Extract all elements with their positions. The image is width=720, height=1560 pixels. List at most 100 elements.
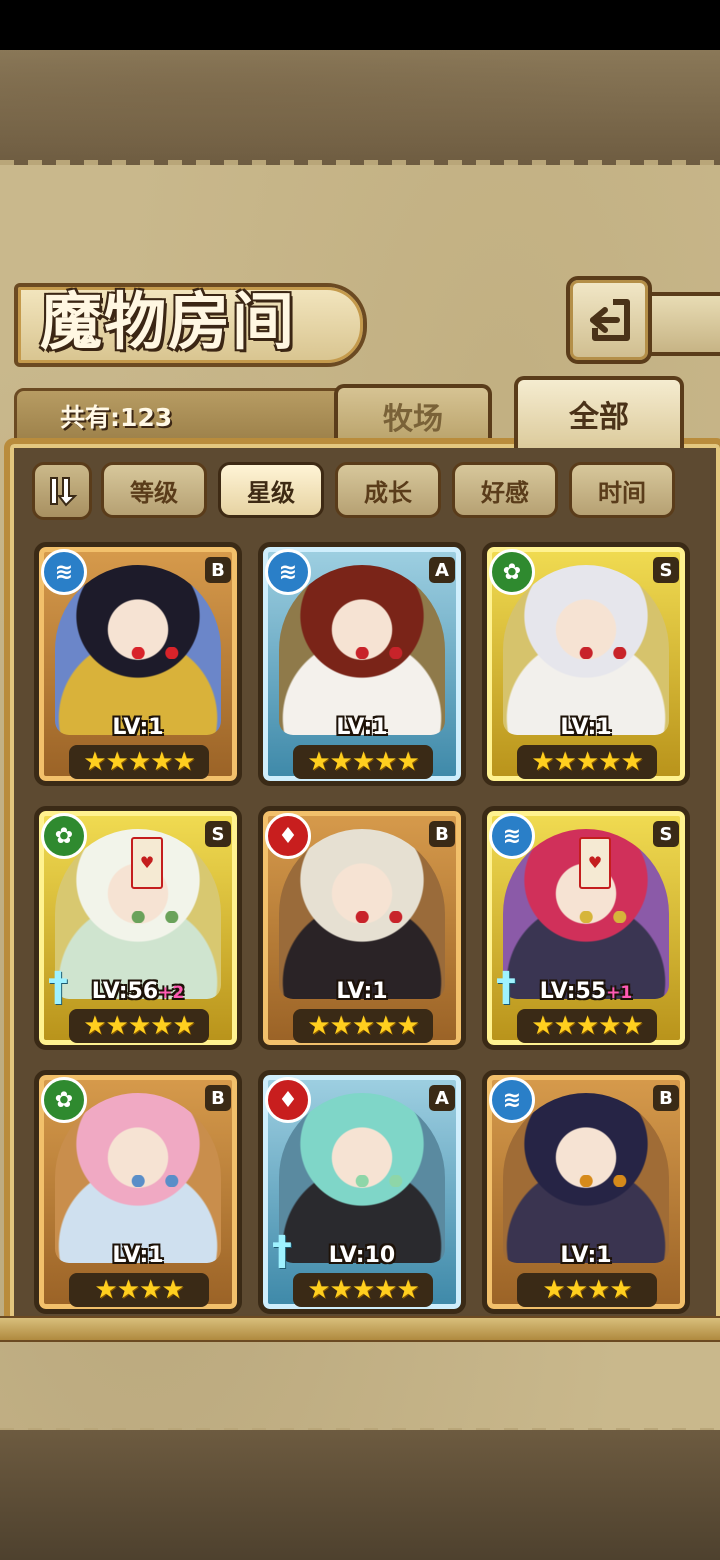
sort-level-button[interactable]: 等级	[101, 462, 207, 518]
grass-element-icon: ✿	[41, 1077, 87, 1123]
fire-element-icon: ♦	[265, 1077, 311, 1123]
star-rating: ★ ★ ★ ★ ★	[293, 1009, 433, 1043]
level-text: LV:10	[328, 1243, 396, 1268]
star-rating: ★ ★ ★ ★	[69, 1273, 209, 1307]
monster-count: 共有:123	[60, 403, 173, 432]
star-icon: ★	[329, 1011, 353, 1041]
level-text: LV:1	[336, 715, 388, 740]
star-icon: ★	[116, 1275, 140, 1305]
water-element-icon: ≋	[489, 1077, 535, 1123]
star-icon: ★	[374, 747, 397, 777]
monster-card[interactable]: ≋ B LV:1 ★ ★ ★ ★ ★	[34, 542, 242, 786]
monster-level: LV:1	[263, 715, 461, 740]
star-icon: ★	[374, 1275, 397, 1305]
level-text: LV:1	[112, 1243, 164, 1268]
star-icon: ★	[564, 1275, 588, 1305]
monster-card[interactable]: ♦ B LV:1 ★ ★ ★ ★ ★	[258, 806, 466, 1050]
rank-badge: B	[653, 1085, 679, 1111]
star-rating: ★ ★ ★ ★ ★	[517, 1009, 657, 1043]
star-icon: ★	[307, 1275, 330, 1305]
star-icon: ★	[329, 747, 353, 777]
star-rating: ★ ★ ★ ★	[517, 1273, 657, 1307]
monster-card[interactable]: ♦ A † LV:10 ★ ★ ★ ★ ★	[258, 1070, 466, 1314]
back-button-rail	[644, 292, 720, 356]
star-icon: ★	[374, 1011, 397, 1041]
star-icon: ★	[172, 747, 195, 777]
monster-portrait	[55, 565, 221, 735]
star-icon: ★	[598, 1011, 621, 1041]
sort-order-icon	[50, 477, 78, 507]
level-text: LV:1	[560, 715, 612, 740]
monster-portrait	[55, 1093, 221, 1263]
monster-level: LV:10	[263, 1243, 461, 1268]
monster-card[interactable]: ≋ A LV:1 ★ ★ ★ ★ ★	[258, 542, 466, 786]
monster-level: LV:56+2	[39, 979, 237, 1004]
star-icon: ★	[609, 1275, 632, 1305]
star-icon: ★	[94, 1275, 117, 1305]
level-text: LV:56	[91, 979, 159, 1004]
rank-badge: B	[205, 557, 231, 583]
map-background-top	[0, 50, 720, 170]
star-rating: ★ ★ ★ ★ ★	[69, 745, 209, 779]
level-text: LV:1	[560, 1243, 612, 1268]
monster-level: LV:1	[263, 979, 461, 1004]
grass-element-icon: ✿	[41, 813, 87, 859]
back-button[interactable]	[566, 276, 652, 364]
monster-card[interactable]: ♥ ✿ S † LV:56+2 ★ ★ ★ ★ ★	[34, 806, 242, 1050]
monster-level: LV:1	[487, 1243, 685, 1268]
star-icon: ★	[105, 1011, 129, 1041]
star-icon: ★	[307, 1011, 330, 1041]
back-arrow-icon	[590, 299, 630, 341]
rank-badge: S	[653, 821, 679, 847]
star-icon: ★	[105, 747, 129, 777]
star-icon: ★	[127, 1011, 151, 1041]
monster-level: LV:1	[39, 715, 237, 740]
star-icon: ★	[531, 747, 554, 777]
map-background-bottom	[0, 1430, 720, 1560]
monster-card[interactable]: ✿ B LV:1 ★ ★ ★ ★	[34, 1070, 242, 1314]
rank-badge: B	[205, 1085, 231, 1111]
page-title: 魔物房间	[40, 285, 297, 358]
star-icon: ★	[139, 1275, 162, 1305]
level-text: LV:1	[112, 715, 164, 740]
sort-star-button[interactable]: 星级	[218, 462, 324, 518]
star-icon: ★	[553, 747, 577, 777]
star-icon: ★	[620, 747, 643, 777]
star-icon: ★	[351, 747, 375, 777]
monster-card[interactable]: ✿ S LV:1 ★ ★ ★ ★ ★	[482, 542, 690, 786]
star-icon: ★	[172, 1011, 195, 1041]
star-rating: ★ ★ ★ ★ ★	[69, 1009, 209, 1043]
star-icon: ★	[598, 747, 621, 777]
tab-all[interactable]: 全部	[514, 376, 684, 448]
star-icon: ★	[161, 1275, 184, 1305]
sort-growth-button[interactable]: 成长	[335, 462, 441, 518]
star-rating: ★ ★ ★ ★ ★	[293, 1273, 433, 1307]
tab-ranch[interactable]: 牧场	[334, 384, 492, 444]
monster-card[interactable]: ♥ ≋ S † LV:55+1 ★ ★ ★ ★ ★	[482, 806, 690, 1050]
star-rating: ★ ★ ★ ★ ★	[517, 745, 657, 779]
rank-badge: A	[429, 1085, 455, 1111]
rank-badge: A	[429, 557, 455, 583]
star-rating: ★ ★ ★ ★ ★	[293, 745, 433, 779]
monster-eyes	[127, 1175, 183, 1187]
monster-portrait	[503, 1093, 669, 1263]
monster-portrait	[279, 565, 445, 735]
monster-card[interactable]: ≋ B LV:1 ★ ★ ★ ★	[482, 1070, 690, 1314]
sort-order-toggle[interactable]	[32, 462, 92, 520]
star-icon: ★	[620, 1011, 643, 1041]
star-icon: ★	[396, 1275, 419, 1305]
level-plus: +1	[606, 983, 633, 1003]
level-text: LV:1	[336, 979, 388, 1004]
water-element-icon: ≋	[41, 549, 87, 595]
seal-talisman-icon: ♥	[131, 837, 163, 889]
star-icon: ★	[351, 1011, 375, 1041]
sort-time-button[interactable]: 时间	[569, 462, 675, 518]
star-icon: ★	[396, 747, 419, 777]
water-element-icon: ≋	[265, 549, 311, 595]
fire-element-icon: ♦	[265, 813, 311, 859]
monster-portrait	[503, 565, 669, 735]
sort-affinity-button[interactable]: 好感	[452, 462, 558, 518]
grass-element-icon: ✿	[489, 549, 535, 595]
water-element-icon: ≋	[489, 813, 535, 859]
star-icon: ★	[83, 747, 106, 777]
